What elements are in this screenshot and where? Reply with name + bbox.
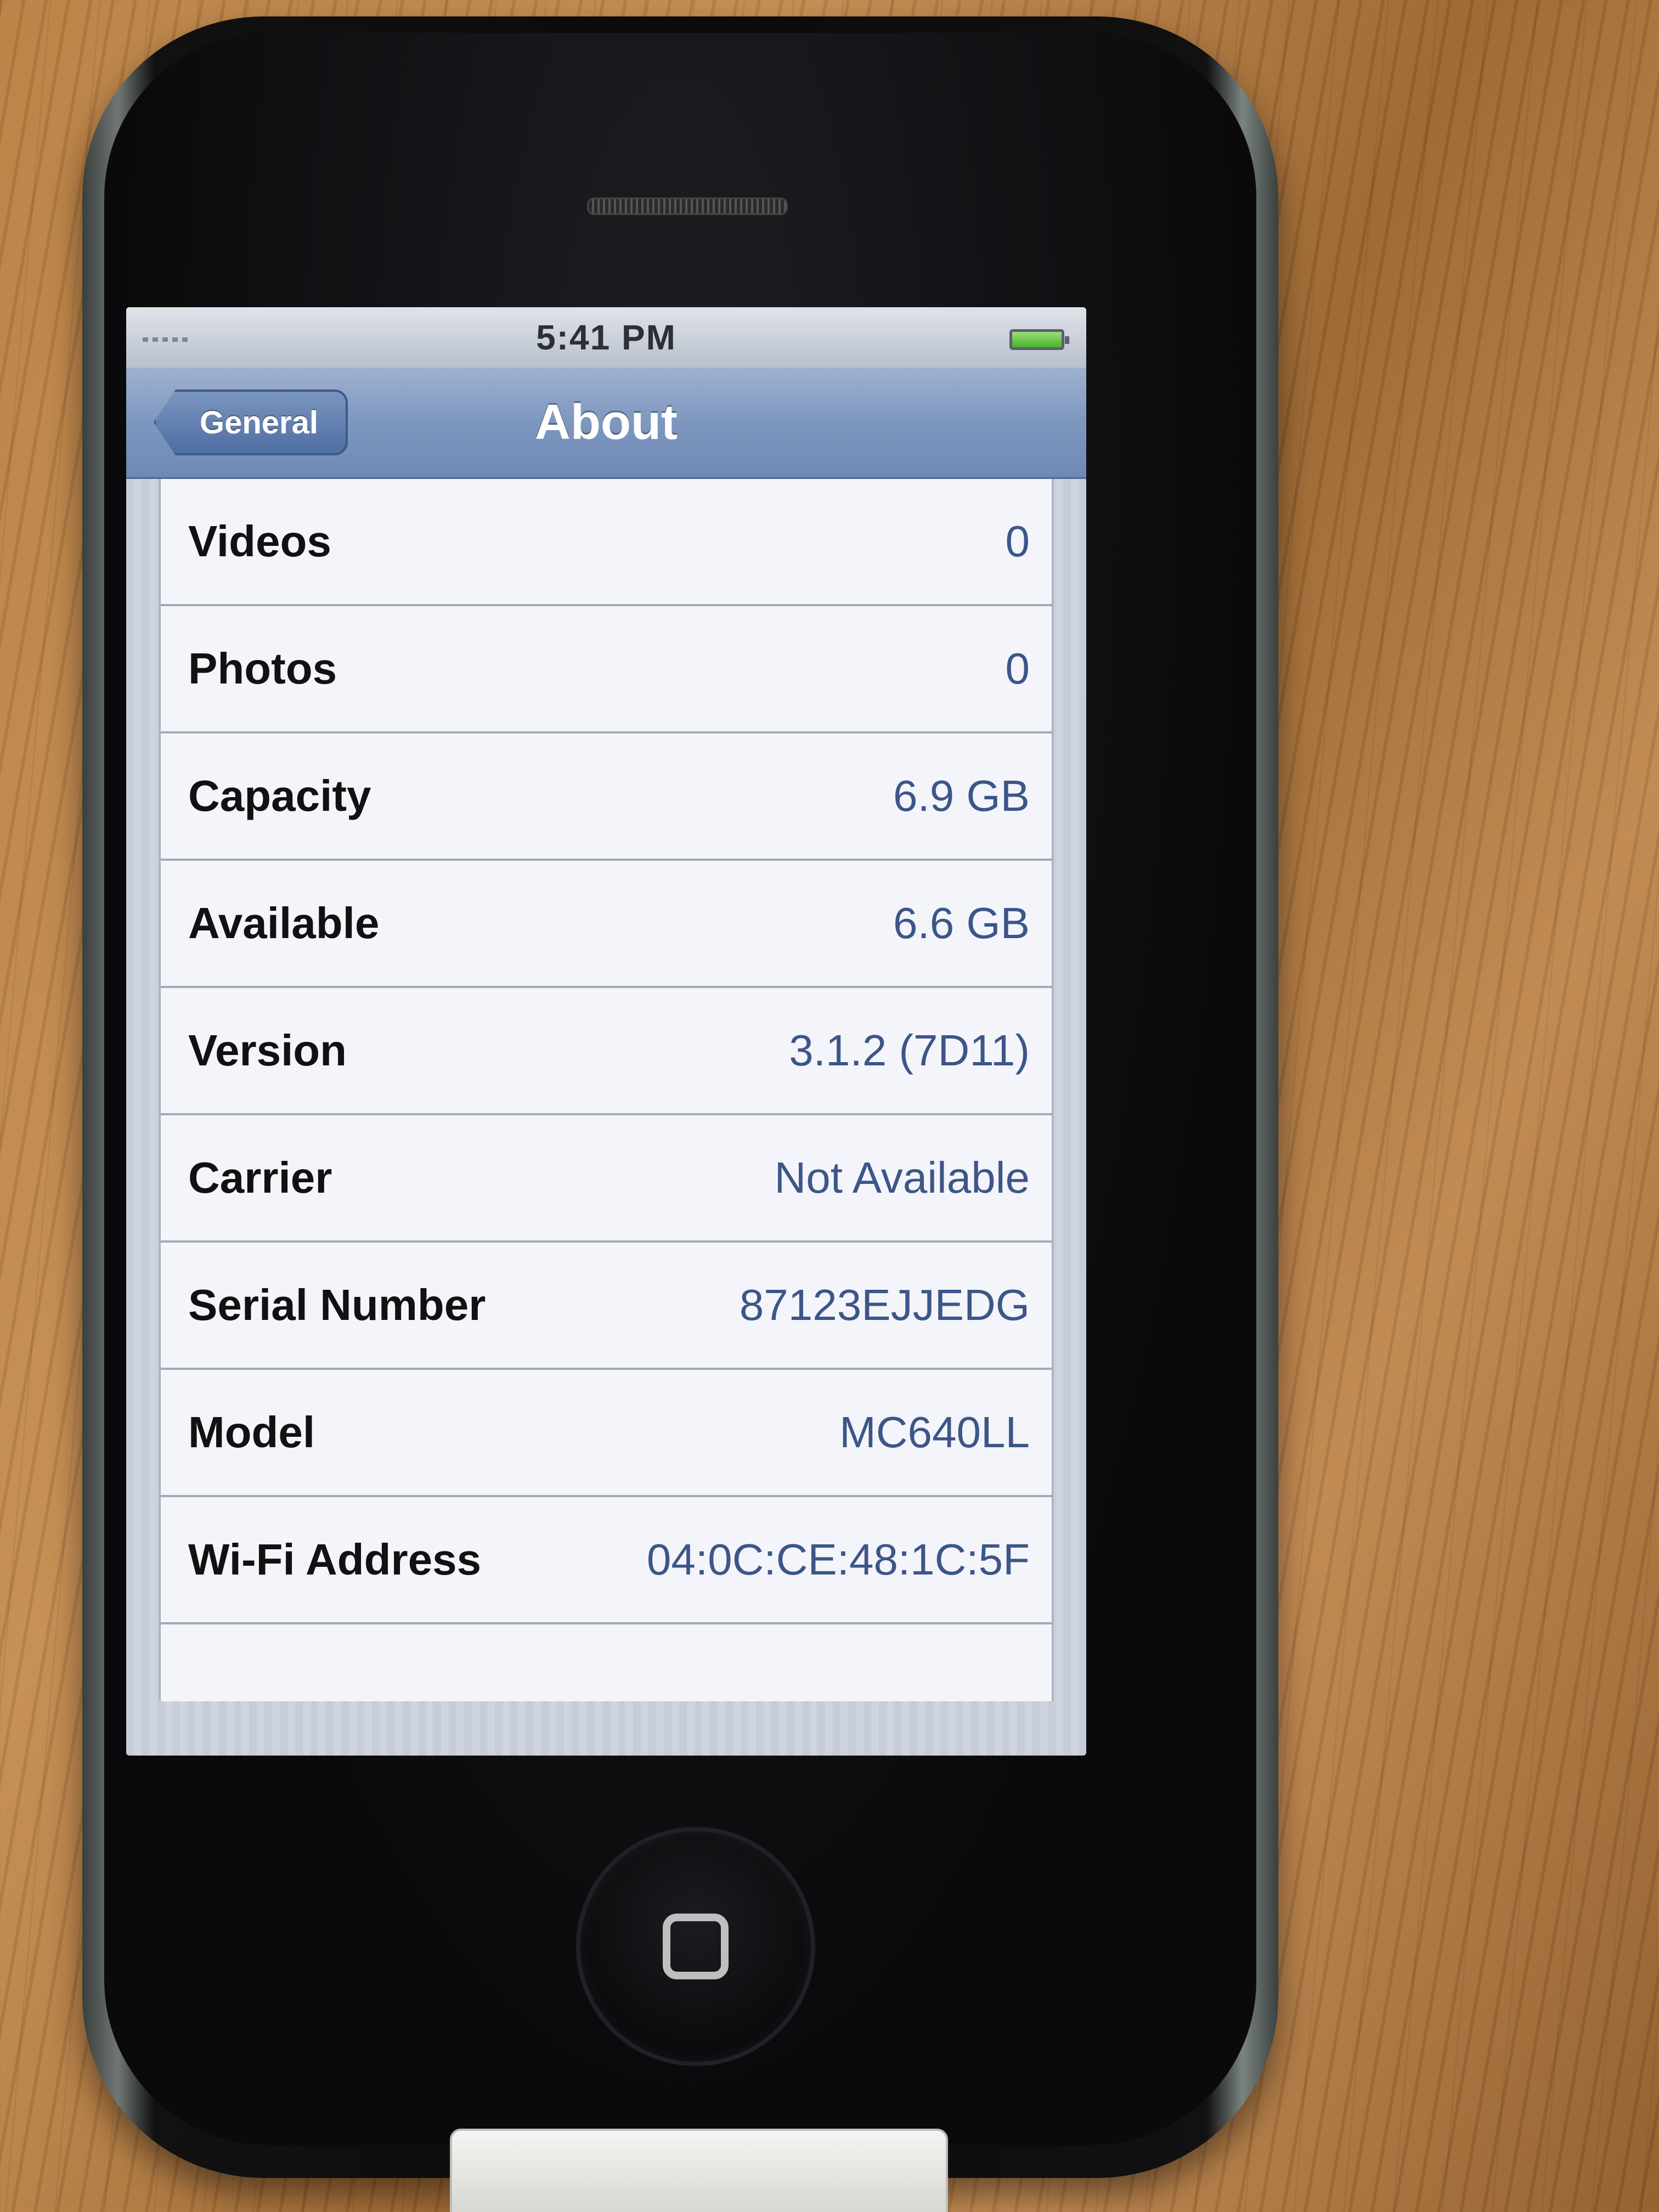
- row-value: 87123EJJEDG: [739, 1280, 1030, 1329]
- list-item: Serial Number 87123EJJEDG: [161, 1243, 1052, 1370]
- row-value: 3.1.2 (7D11): [789, 1026, 1030, 1075]
- row-value: 0: [1005, 644, 1030, 693]
- row-label: Videos: [188, 517, 331, 566]
- row-label: Photos: [188, 644, 337, 693]
- navigation-bar: General About: [126, 368, 1086, 479]
- signal-icon: [143, 337, 188, 342]
- list-item: Version 3.1.2 (7D11): [161, 988, 1052, 1115]
- row-value: 0: [1005, 517, 1030, 566]
- earpiece-speaker: [587, 198, 788, 215]
- row-value: MC640LL: [839, 1408, 1030, 1457]
- screen: 5:41 PM General About Videos 0 Photos 0 …: [126, 307, 1086, 1756]
- content-area[interactable]: Videos 0 Photos 0 Capacity 6.9 GB Availa…: [126, 479, 1086, 1756]
- row-value: 6.9 GB: [893, 771, 1030, 820]
- status-time: 5:41 PM: [536, 318, 676, 357]
- row-label: Carrier: [188, 1153, 332, 1202]
- row-label: Version: [188, 1026, 347, 1075]
- list-item: Capacity 6.9 GB: [161, 733, 1052, 861]
- battery-charging-icon: [1009, 329, 1069, 350]
- row-label: Serial Number: [188, 1280, 486, 1329]
- dock-connector: [450, 2129, 948, 2212]
- row-label: Available: [188, 899, 380, 947]
- row-label: Model: [188, 1408, 315, 1457]
- list-item-partial: [161, 1624, 1052, 1701]
- list-item: Videos 0: [161, 479, 1052, 606]
- row-value: 6.6 GB: [893, 899, 1030, 947]
- about-list: Videos 0 Photos 0 Capacity 6.9 GB Availa…: [159, 479, 1053, 1701]
- row-label: Wi-Fi Address: [188, 1535, 482, 1584]
- home-square-icon: [663, 1914, 729, 1979]
- list-item: Wi-Fi Address 04:0C:CE:48:1C:5F: [161, 1497, 1052, 1624]
- home-button[interactable]: [576, 1827, 815, 2066]
- row-value: Not Available: [774, 1153, 1030, 1202]
- list-item: Model MC640LL: [161, 1370, 1052, 1497]
- row-label: Capacity: [188, 771, 371, 820]
- row-value: 04:0C:CE:48:1C:5F: [646, 1535, 1030, 1584]
- page-title: About: [535, 395, 678, 450]
- list-item: Photos 0: [161, 606, 1052, 733]
- status-bar: 5:41 PM: [126, 307, 1086, 369]
- list-item: Carrier Not Available: [161, 1115, 1052, 1243]
- list-item: Available 6.6 GB: [161, 861, 1052, 988]
